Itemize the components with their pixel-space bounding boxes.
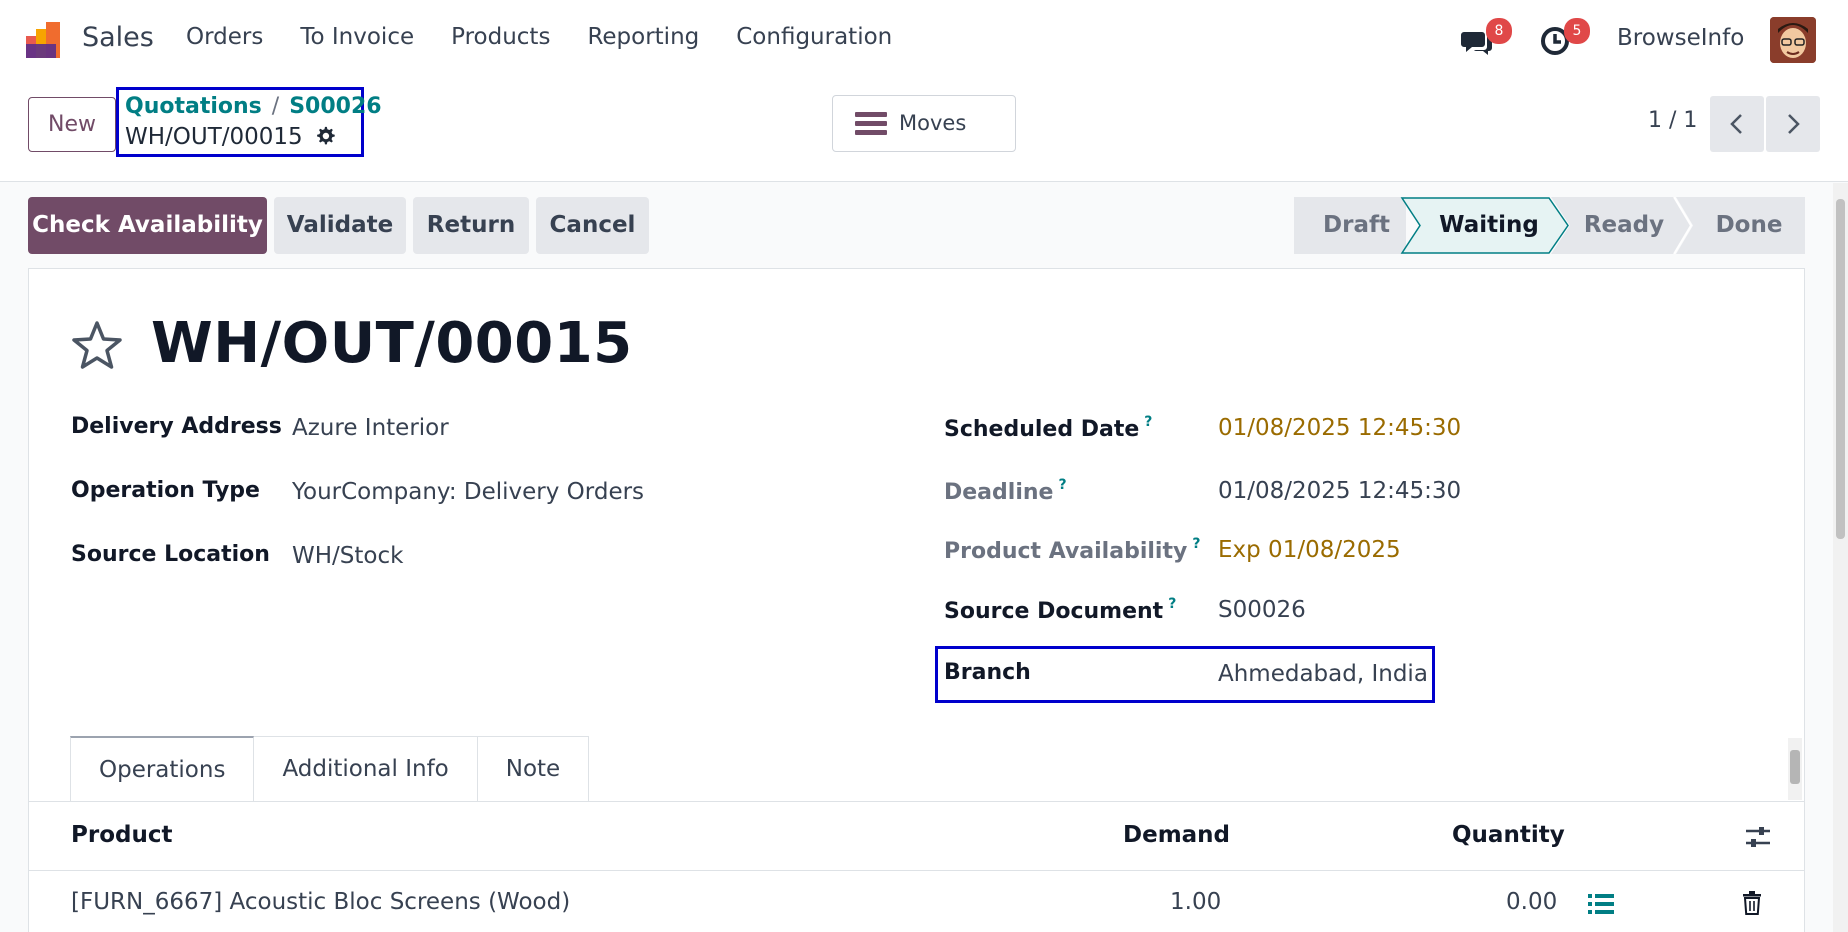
source-document-label-text: Source Document [944,599,1164,624]
menu-products[interactable]: Products [451,24,550,50]
breadcrumb-current-label: WH/OUT/00015 [125,124,303,150]
deadline-label: Deadline? [944,477,1067,505]
table-scrollbar-thumb[interactable] [1790,750,1800,784]
menu-reporting[interactable]: Reporting [587,24,699,50]
product-availability-value: Exp 01/08/2025 [1218,537,1401,563]
user-avatar[interactable] [1770,17,1816,63]
operation-type-label: Operation Type [71,478,260,503]
validate-button[interactable]: Validate [274,197,406,254]
gear-icon[interactable] [314,125,336,147]
delivery-address-value[interactable]: Azure Interior [292,415,449,441]
top-navbar: Sales Orders To Invoice Products Reporti… [0,0,1848,80]
help-icon[interactable]: ? [1144,414,1152,430]
operation-type-value[interactable]: YourCompany: Delivery Orders [292,479,644,505]
delivery-address-label: Delivery Address [71,414,282,439]
stage-draft[interactable]: Draft [1294,197,1419,254]
moves-label: Moves [899,111,967,135]
page-scrollbar-thumb[interactable] [1836,199,1845,539]
notebook-tabs: Operations Additional Info Note [70,736,590,802]
source-location-label: Source Location [71,542,270,567]
scheduled-date-label-text: Scheduled Date [944,417,1140,442]
new-button[interactable]: New [28,97,116,152]
scheduled-date-value[interactable]: 01/08/2025 12:45:30 [1218,415,1461,441]
breadcrumb-links: Quotations / S00026 [125,94,382,119]
row-product[interactable]: [FURN_6667] Acoustic Bloc Screens (Wood) [71,889,570,915]
activities-badge: 5 [1564,18,1590,44]
tab-note[interactable]: Note [477,736,590,802]
help-icon[interactable]: ? [1168,596,1176,612]
trash-icon[interactable] [1742,891,1762,915]
stage-done[interactable]: Done [1689,197,1809,254]
deadline-label-text: Deadline [944,480,1054,505]
source-location-value[interactable]: WH/Stock [292,543,403,569]
tabs-divider [28,801,1805,802]
record-title: WH/OUT/00015 [151,311,633,376]
help-icon[interactable]: ? [1192,536,1200,552]
status-bar: Draft Waiting Ready Done [1294,197,1805,254]
control-panel: New Quotations / S00026 WH/OUT/00015 Moves… [0,80,1848,182]
tab-operations[interactable]: Operations [70,736,255,802]
column-quantity[interactable]: Quantity [1452,822,1565,848]
breadcrumb-current: WH/OUT/00015 [125,124,336,150]
product-availability-label-text: Product Availability [944,539,1188,564]
row-quantity[interactable]: 0.00 [1506,889,1557,915]
pager-previous-button[interactable] [1710,96,1764,152]
chevron-left-icon [1730,114,1742,134]
scheduled-date-label: Scheduled Date? [944,414,1152,442]
pager-next-button[interactable] [1766,96,1820,152]
breadcrumb-quotations[interactable]: Quotations [125,94,262,119]
help-icon[interactable]: ? [1058,477,1066,493]
cancel-button[interactable]: Cancel [536,197,649,254]
moves-smart-button[interactable]: Moves [832,95,1016,152]
deadline-value[interactable]: 01/08/2025 12:45:30 [1218,478,1461,504]
app-name[interactable]: Sales [82,22,154,53]
chevron-right-icon [1788,114,1800,134]
row-demand[interactable]: 1.00 [1170,889,1221,915]
table-header-divider [28,870,1805,871]
pager-value[interactable]: 1 / 1 [1648,108,1697,133]
detailed-operations-icon[interactable] [1588,892,1614,916]
star-icon[interactable] [69,319,125,375]
tab-additional-info[interactable]: Additional Info [254,736,478,802]
source-document-value[interactable]: S00026 [1218,597,1306,623]
user-name[interactable]: BrowseInfo [1617,25,1744,51]
source-document-label: Source Document? [944,596,1176,624]
page-scrollbar[interactable] [1833,183,1848,932]
return-button[interactable]: Return [413,197,529,254]
breadcrumb: Quotations / S00026 WH/OUT/00015 [116,87,382,157]
column-settings-icon[interactable] [1744,824,1772,850]
stage-ready[interactable]: Ready [1564,197,1684,254]
menu-to-invoice[interactable]: To Invoice [300,24,414,50]
branch-value[interactable]: Ahmedabad, India [1218,661,1428,687]
column-demand[interactable]: Demand [1123,822,1230,848]
menu-configuration[interactable]: Configuration [736,24,892,50]
stage-waiting[interactable]: Waiting [1414,197,1564,254]
breadcrumb-order[interactable]: S00026 [289,94,381,119]
list-icon [855,112,887,135]
product-availability-label: Product Availability? [944,536,1200,564]
check-availability-button[interactable]: Check Availability [28,197,267,254]
branch-label: Branch [944,660,1031,685]
messages-badge: 8 [1486,18,1512,44]
sales-app-icon[interactable] [26,20,66,60]
breadcrumb-separator: / [271,94,280,119]
main-menu: Orders To Invoice Products Reporting Con… [186,24,929,50]
table-scrollbar[interactable] [1788,738,1802,800]
column-product[interactable]: Product [71,822,172,848]
menu-orders[interactable]: Orders [186,24,263,50]
